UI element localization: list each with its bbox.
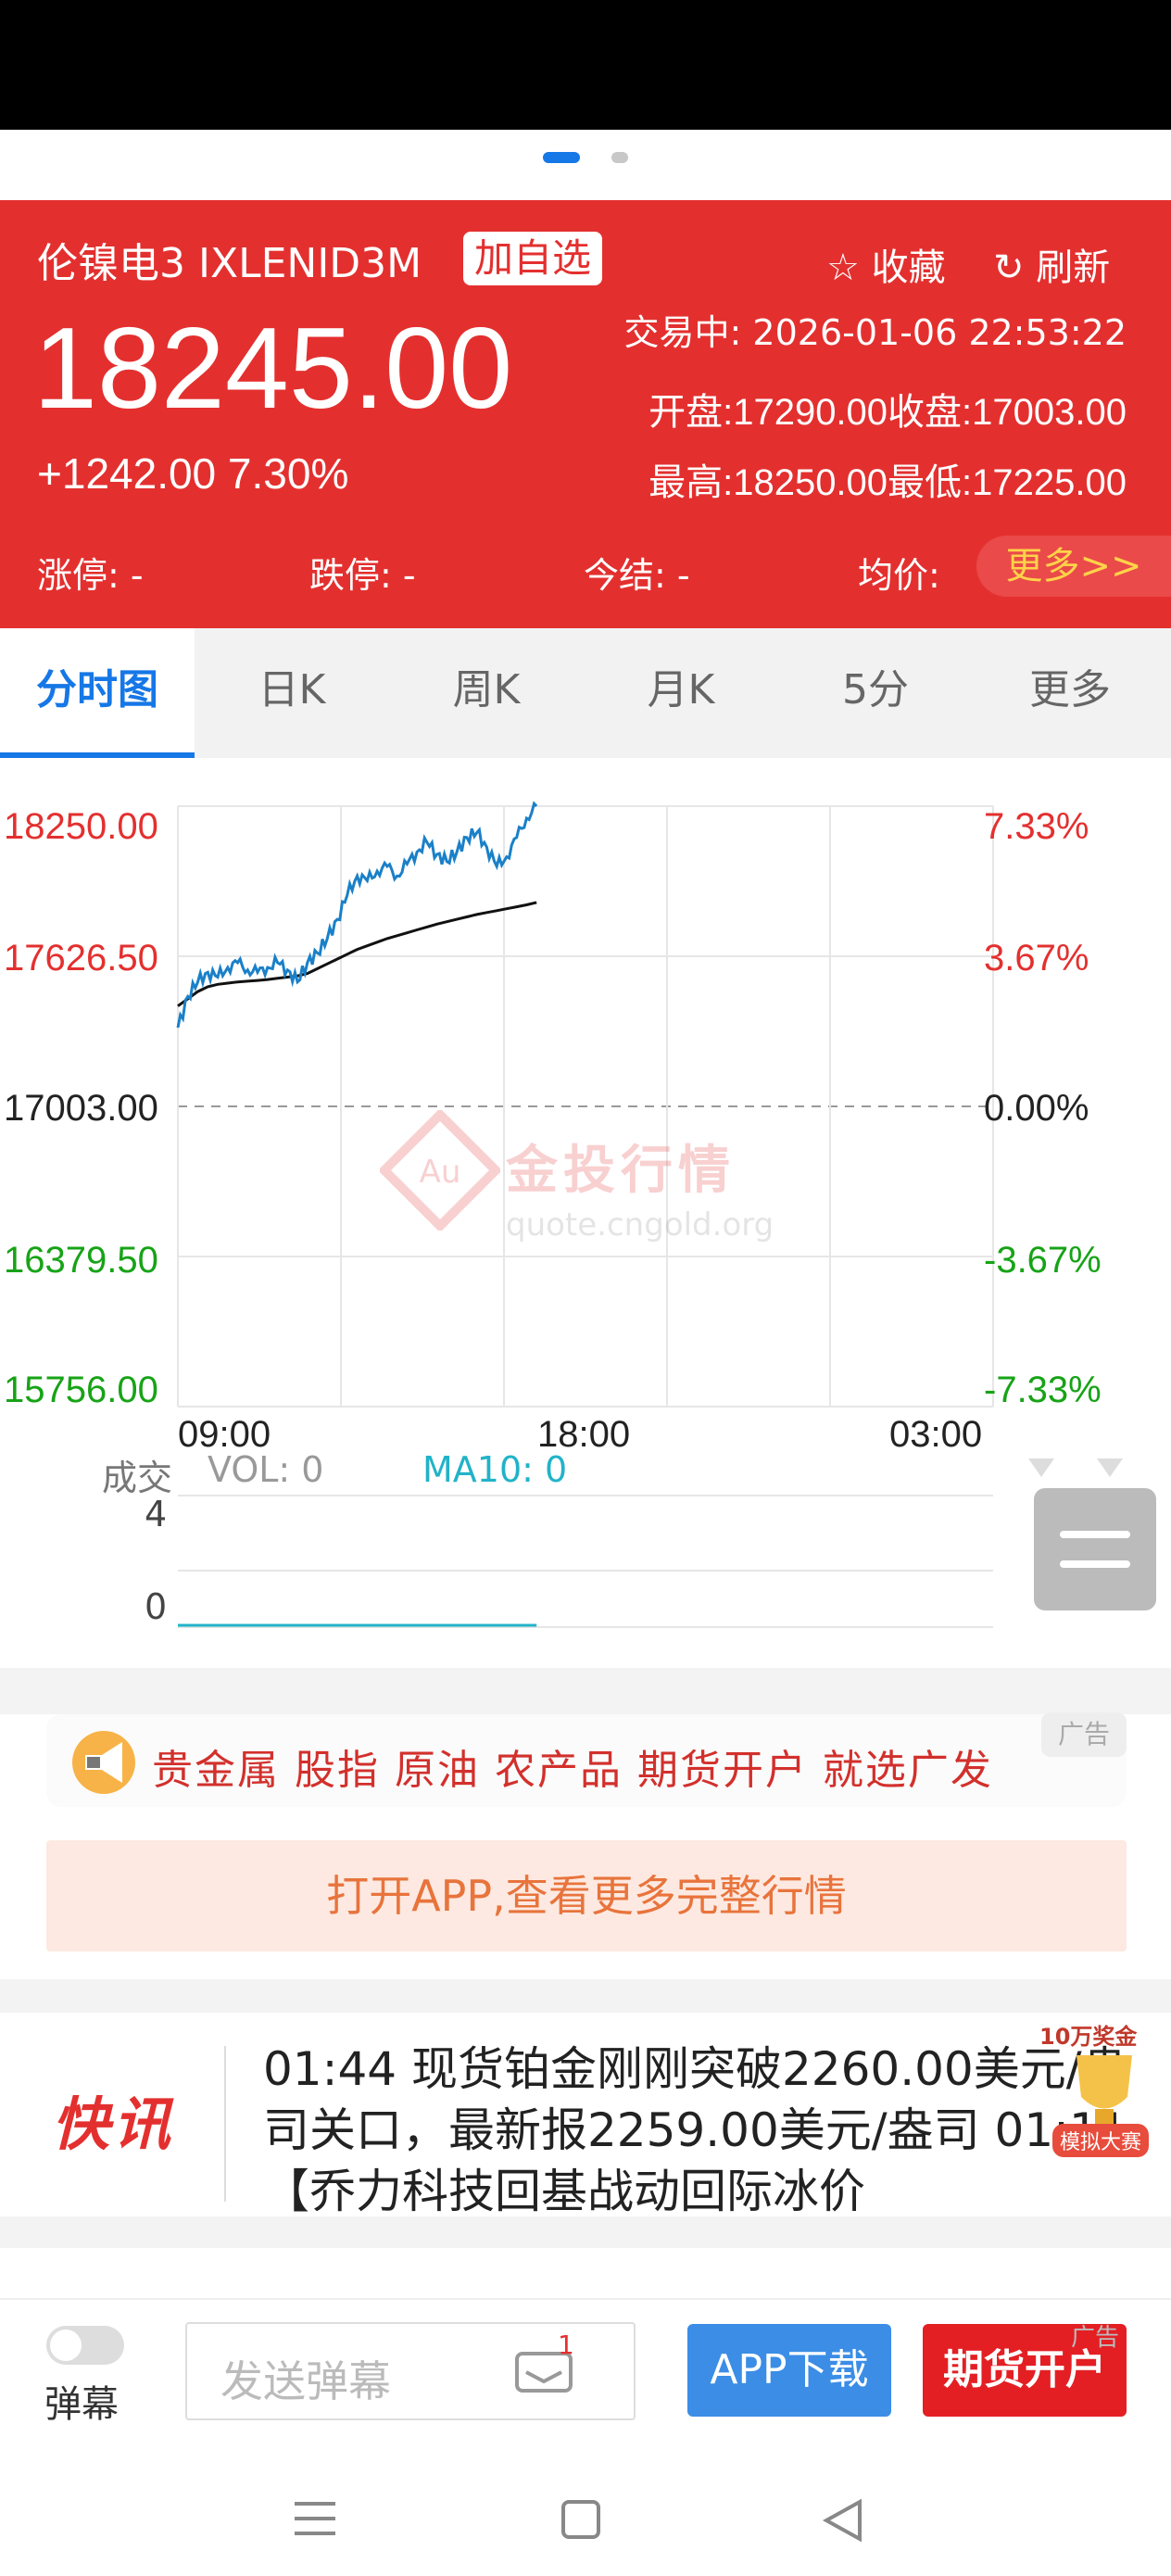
back-icon[interactable] — [822, 2498, 862, 2543]
status-bar — [0, 0, 1171, 130]
megaphone-icon — [72, 1731, 135, 1794]
bottom-action-bar: 弹幕 发送弹幕 1 APP下载 期货开户 广告 — [0, 2298, 1171, 2428]
left-axis-tick: 18250.00 — [4, 806, 158, 847]
right-axis-tick: 3.67% — [984, 938, 1089, 979]
ma10-value: MA10: 0 — [422, 1449, 568, 1490]
tab-intraday[interactable]: 分时图 — [0, 628, 195, 758]
news-flash[interactable]: 快讯 01:44 现货铂金刚刚突破2260.00美元/盎司关口，最新报2259.… — [0, 2013, 1171, 2216]
ad-tag: 广告 — [1071, 2324, 1120, 2352]
page-dot-active[interactable] — [543, 152, 580, 163]
more-stats-button[interactable]: 更多>> — [976, 536, 1171, 597]
danmu-toggle[interactable] — [46, 2326, 124, 2365]
menu-icon — [1060, 1531, 1130, 1538]
system-nav-bar — [0, 2428, 1171, 2576]
page-dot[interactable] — [611, 152, 628, 163]
price-line — [176, 801, 538, 1029]
right-axis-tick: -7.33% — [984, 1370, 1102, 1410]
volume-axis-tick: 4 — [145, 1494, 168, 1534]
recent-apps-icon[interactable] — [295, 2502, 335, 2535]
favorite-label: 收藏 — [871, 246, 946, 289]
menu-float-button[interactable] — [1034, 1488, 1156, 1610]
danmu-input-placeholder: 发送弹幕 — [220, 2356, 391, 2406]
left-axis-tick: 17003.00 — [4, 1088, 158, 1129]
section-divider — [0, 1668, 1171, 1714]
tab-monthly-k[interactable]: 月K — [584, 628, 778, 758]
quote-header: 伦镍电3 IXLENID3M 加自选 ☆ 收藏 ↻ 刷新 18245.00 +1… — [0, 200, 1171, 628]
refresh-button[interactable]: ↻ 刷新 — [993, 237, 1110, 291]
scroll-down-arrow-icon[interactable] — [1097, 1458, 1123, 1477]
refresh-icon: ↻ — [993, 246, 1025, 289]
danmu-input[interactable]: 发送弹幕 1 — [185, 2322, 636, 2420]
limit-up: 涨停: - — [37, 555, 144, 596]
avg-price-label: 均价: — [858, 555, 940, 596]
tab-daily-k[interactable]: 日K — [195, 628, 389, 758]
toggle-knob — [50, 2330, 82, 2361]
time-axis-tick: 03:00 — [889, 1414, 983, 1455]
news-divider — [224, 2046, 226, 2202]
open-close-values: 开盘:17290.00收盘:17003.00 — [648, 392, 1127, 433]
menu-icon-bar — [1060, 1560, 1130, 1568]
news-flash-tag: 快讯 — [52, 2090, 175, 2158]
favorite-button[interactable]: ☆ 收藏 — [826, 237, 946, 291]
watermark-title: 金投行情 — [506, 1141, 736, 1201]
system-nav-icons — [295, 2498, 862, 2543]
scroll-up-arrow-icon[interactable] — [1028, 1458, 1054, 1477]
left-axis-tick: 17626.50 — [4, 938, 158, 979]
ad-banner-text: 贵金属 股指 原油 农产品 期货开户 就选广发 — [152, 1747, 993, 1794]
open-app-button[interactable]: 打开APP,查看更多完整行情 — [46, 1840, 1127, 1951]
ad-banner[interactable]: 贵金属 股指 原油 农产品 期货开户 就选广发 广告 — [46, 1712, 1127, 1807]
add-watchlist-button[interactable]: 加自选 — [463, 232, 603, 285]
tab-5min[interactable]: 5分 — [778, 628, 973, 758]
volume-value: VOL: 0 — [208, 1449, 324, 1490]
contest-award-badge[interactable]: 10万奖金 模拟大赛 — [1039, 2018, 1171, 2157]
watermark-url: quote.cngold.org — [506, 1206, 774, 1244]
left-axis-tick: 15756.00 — [4, 1370, 158, 1410]
ad-badge: 广告 — [1041, 1712, 1127, 1757]
high-low-values: 最高:18250.00最低:17225.00 — [648, 462, 1127, 503]
award-subtitle: 模拟大赛 — [1052, 2124, 1150, 2157]
page-indicator — [0, 130, 1171, 200]
volume-title: 成交 — [102, 1458, 173, 1498]
tab-more[interactable]: 更多 — [973, 628, 1167, 758]
danmu-toggle-label: 弹幕 — [44, 2383, 119, 2426]
average-price-line — [177, 901, 537, 1007]
refresh-label: 刷新 — [1036, 246, 1111, 289]
right-axis-tick: 7.33% — [984, 806, 1089, 847]
watermark-logo-icon: Au — [380, 1110, 500, 1231]
section-divider — [0, 1979, 1171, 2013]
settle-price: 今结: - — [584, 555, 690, 596]
star-icon: ☆ — [826, 246, 860, 289]
price-change: +1242.00 7.30% — [37, 449, 349, 498]
message-count-badge: 1 — [558, 2330, 574, 2360]
app-download-button[interactable]: APP下载 — [687, 2324, 891, 2417]
right-axis-tick: 0.00% — [984, 1088, 1089, 1129]
section-divider — [0, 2216, 1171, 2248]
right-axis-tick: -3.67% — [984, 1240, 1102, 1281]
news-flash-text: 01:44 现货铂金刚刚突破2260.00美元/盎司关口，最新报2259.00美… — [263, 2042, 1128, 2216]
left-axis-tick: 16379.50 — [4, 1240, 158, 1281]
last-price: 18245.00 — [33, 305, 513, 433]
limit-down: 跌停: - — [309, 555, 416, 596]
intraday-chart[interactable]: Au 金投行情 quote.cngold.org 18250.00 17626.… — [0, 758, 1171, 1685]
chart-period-tabs: 分时图 日K 周K 月K 5分 更多 — [0, 628, 1171, 758]
trade-status-time: 交易中: 2026-01-06 22:53:22 — [623, 312, 1127, 353]
tab-weekly-k[interactable]: 周K — [389, 628, 584, 758]
watermark-logo-text: Au — [420, 1154, 461, 1191]
volume-axis-tick: 0 — [145, 1586, 168, 1627]
instrument-name: 伦镍电3 IXLENID3M — [37, 240, 422, 287]
home-icon[interactable] — [561, 2500, 600, 2539]
